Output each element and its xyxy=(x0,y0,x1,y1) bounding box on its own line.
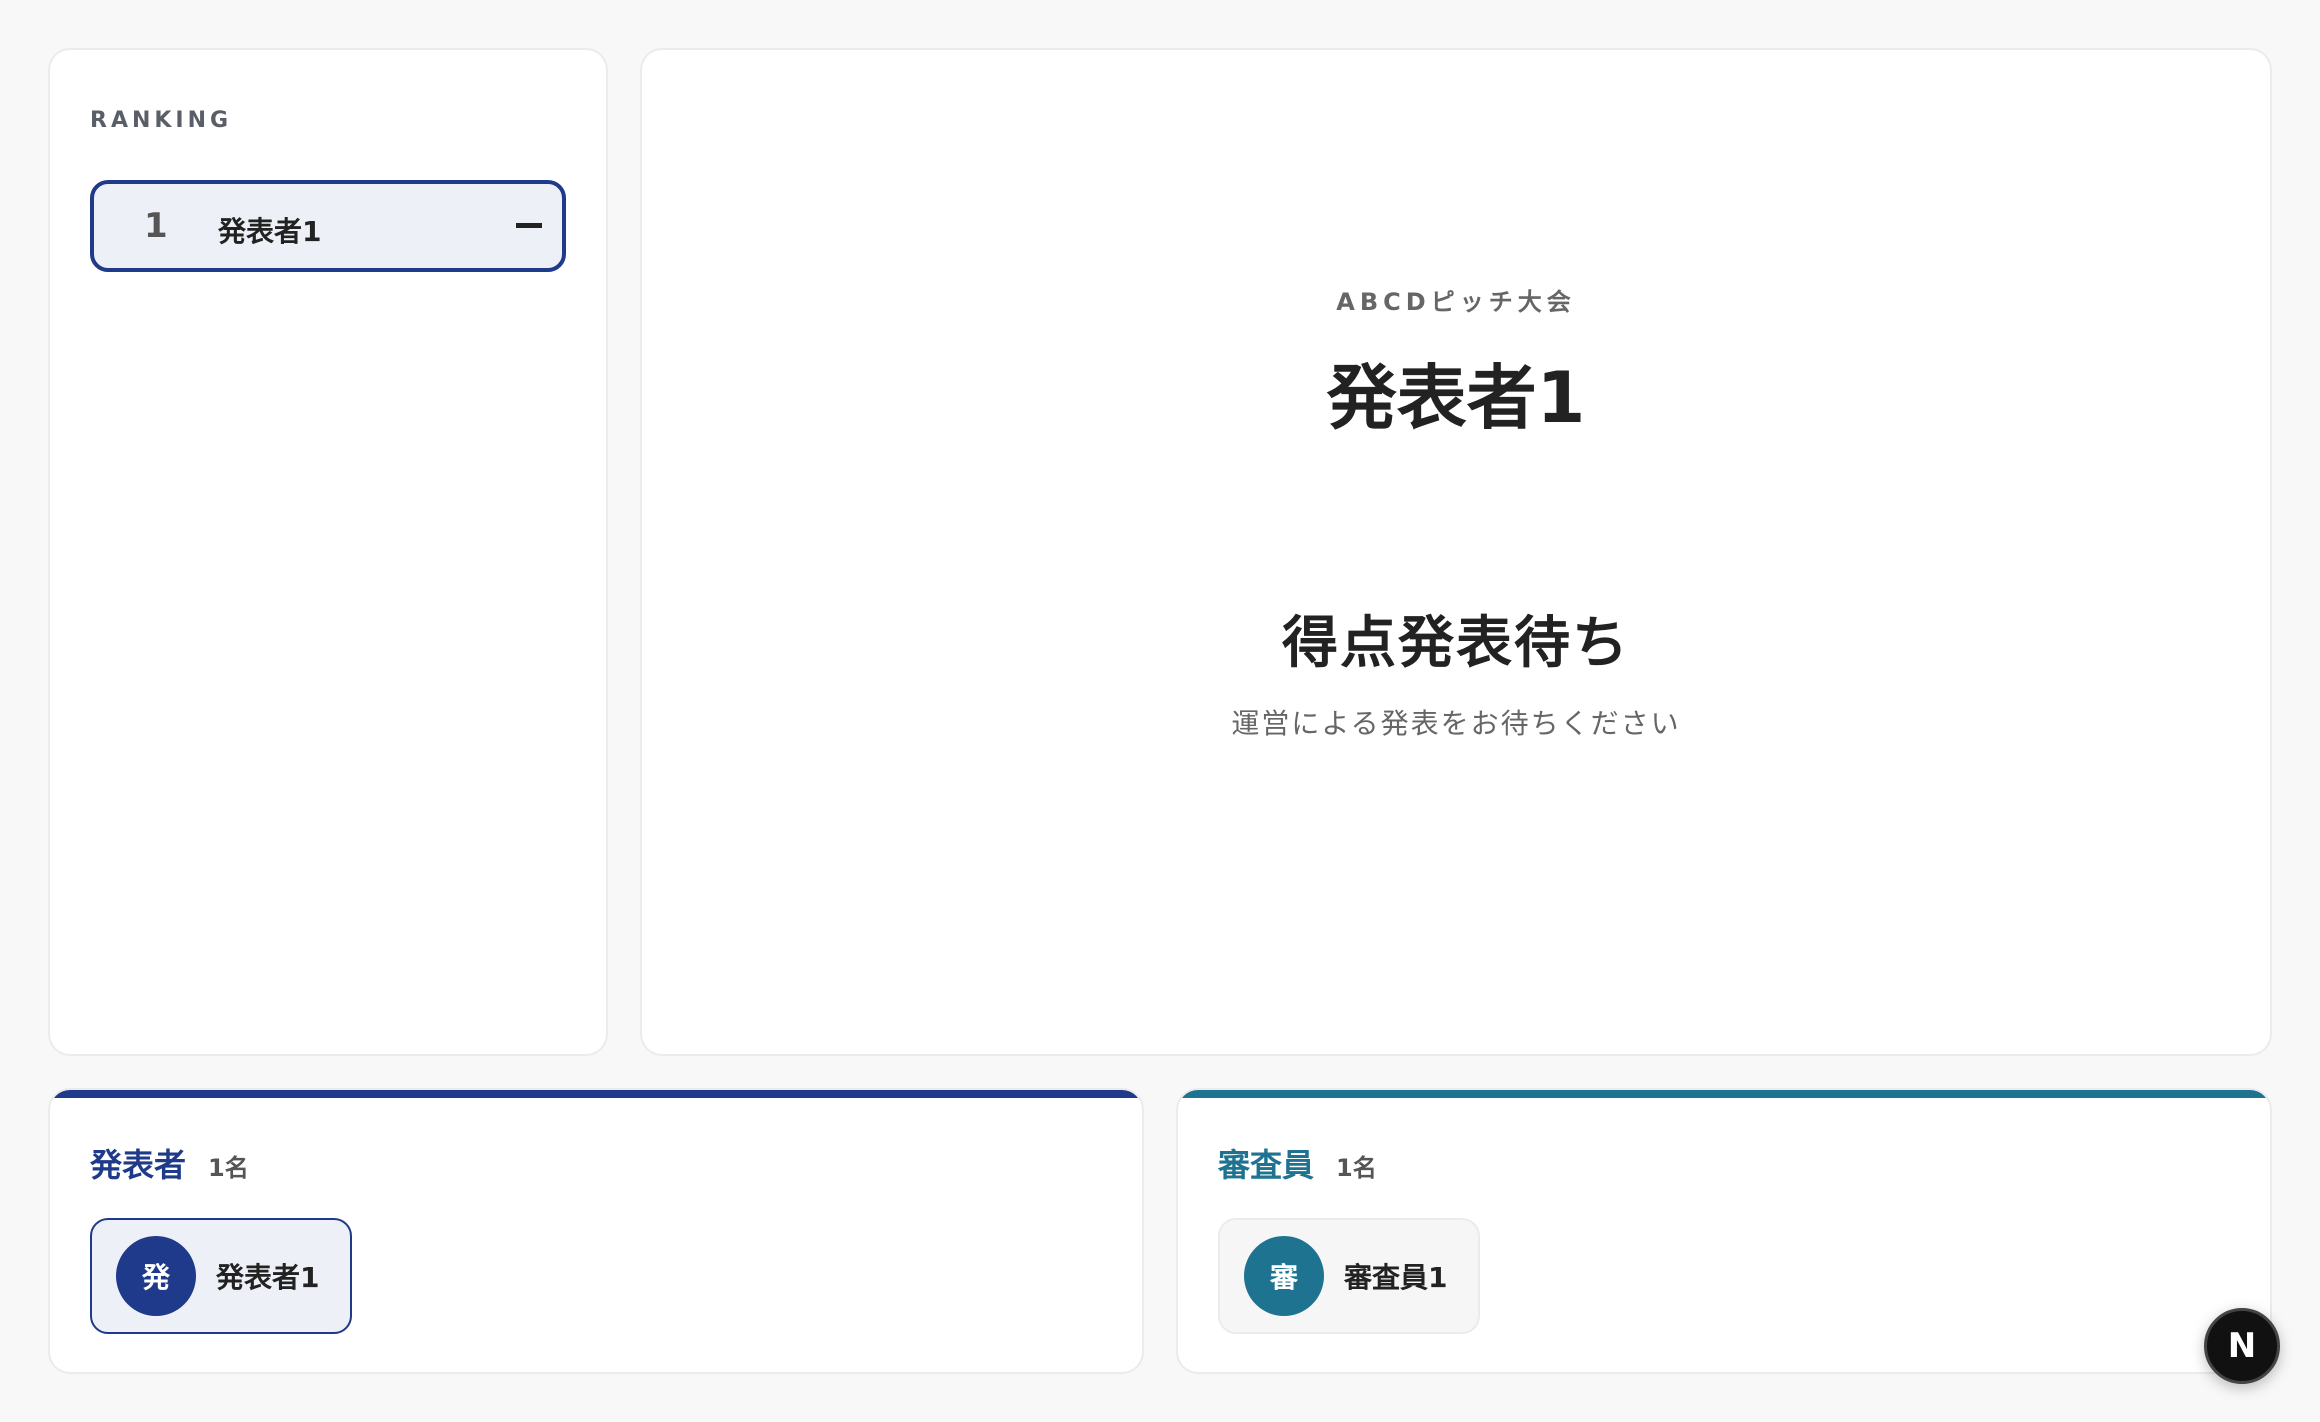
rank-presenter-name: 発表者1 xyxy=(218,215,322,248)
score-status: 得点発表待ち xyxy=(1282,611,1630,676)
score-status-subtext: 運営による発表をお待ちください xyxy=(1231,707,1681,740)
avatar: 発 xyxy=(116,1236,196,1316)
nextjs-dev-badge-icon[interactable]: N xyxy=(2204,1308,2280,1384)
presenters-count: 1名 xyxy=(208,1154,249,1182)
presenters-header: 発表者 1名 xyxy=(90,1140,249,1186)
presenters-accent-bar xyxy=(50,1090,1142,1098)
ranking-item[interactable]: 1 発表者1 xyxy=(90,180,566,272)
judges-accent-bar xyxy=(1178,1090,2270,1098)
avatar: 審 xyxy=(1244,1236,1324,1316)
judges-card: 審査員 1名 審 審査員1 xyxy=(1176,1088,2272,1374)
judges-count: 1名 xyxy=(1336,1154,1377,1182)
judge-name: 審査員1 xyxy=(1344,1261,1448,1294)
presenters-card: 発表者 1名 発 発表者1 xyxy=(48,1088,1144,1374)
rank-number: 1 xyxy=(144,206,168,246)
current-presenter-name: 発表者1 xyxy=(1326,357,1586,439)
presenters-title: 発表者 xyxy=(90,1146,187,1184)
rank-score-placeholder xyxy=(516,223,542,228)
judges-title: 審査員 xyxy=(1218,1146,1315,1184)
presenter-name: 発表者1 xyxy=(216,1261,320,1294)
judge-chip[interactable]: 審 審査員1 xyxy=(1218,1218,1480,1334)
event-name: ABCDピッチ大会 xyxy=(1336,288,1576,316)
stage-panel: ABCDピッチ大会 発表者1 得点発表待ち 運営による発表をお待ちください xyxy=(640,48,2272,1056)
ranking-label: RANKING xyxy=(90,108,233,133)
ranking-panel: RANKING 1 発表者1 xyxy=(48,48,608,1056)
presenter-chip[interactable]: 発 発表者1 xyxy=(90,1218,352,1334)
judges-header: 審査員 1名 xyxy=(1218,1140,1377,1186)
